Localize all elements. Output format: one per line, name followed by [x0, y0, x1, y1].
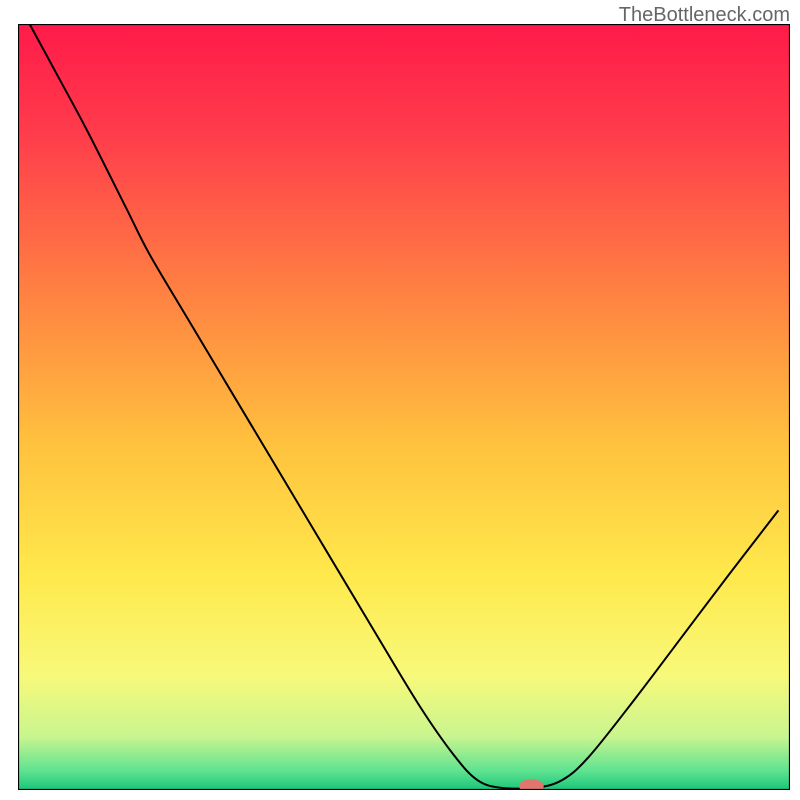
bottleneck-chart: [18, 24, 790, 790]
watermark-text: TheBottleneck.com: [619, 4, 790, 27]
gradient-background: [18, 24, 790, 790]
chart-svg: [18, 24, 790, 790]
